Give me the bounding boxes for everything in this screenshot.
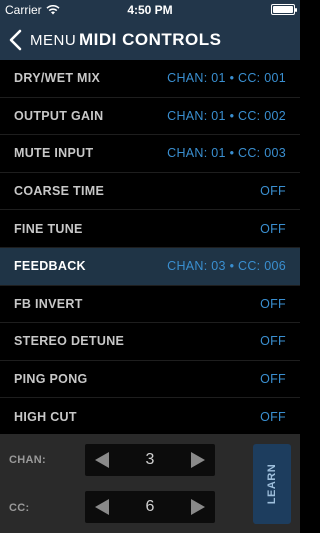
battery-icon bbox=[271, 4, 297, 15]
list-item[interactable]: FB INVERT OFF bbox=[0, 286, 300, 324]
cc-increment-icon[interactable] bbox=[191, 499, 205, 515]
list-item[interactable]: STEREO DETUNE OFF bbox=[0, 323, 300, 361]
row-label: OUTPUT GAIN bbox=[14, 108, 104, 123]
back-button[interactable]: MENU bbox=[6, 28, 76, 52]
list-item[interactable]: COARSE TIME OFF bbox=[0, 173, 300, 211]
learn-label: LEARN bbox=[266, 463, 278, 505]
row-label: STEREO DETUNE bbox=[14, 334, 125, 349]
nav-bar: MENU MIDI CONTROLS bbox=[0, 20, 300, 60]
chevron-left-icon bbox=[9, 29, 22, 51]
row-label: MUTE INPUT bbox=[14, 146, 94, 161]
list-item[interactable]: OUTPUT GAIN CHAN: 01 • CC: 002 bbox=[0, 98, 300, 136]
chan-value: 3 bbox=[145, 451, 155, 468]
row-label: FEEDBACK bbox=[14, 259, 86, 274]
row-label: HIGH CUT bbox=[14, 409, 77, 424]
controls-panel: CHAN: 3 CC: 6 LEARN bbox=[0, 434, 300, 533]
status-bar: Carrier 4:50 PM bbox=[0, 0, 300, 20]
list-item[interactable]: PING PONG OFF bbox=[0, 361, 300, 399]
list-item[interactable]: DRY/WET MIX CHAN: 01 • CC: 001 bbox=[0, 60, 300, 98]
row-label: FB INVERT bbox=[14, 296, 83, 311]
row-value: OFF bbox=[260, 221, 286, 236]
chan-increment-icon[interactable] bbox=[191, 452, 205, 468]
row-value: OFF bbox=[260, 296, 286, 311]
row-label: DRY/WET MIX bbox=[14, 71, 101, 86]
row-value: CHAN: 01 • CC: 003 bbox=[167, 146, 286, 161]
list-item[interactable]: FINE TUNE OFF bbox=[0, 210, 300, 248]
row-value: OFF bbox=[260, 409, 286, 424]
row-value: OFF bbox=[260, 372, 286, 387]
page-title: MIDI CONTROLS bbox=[79, 30, 222, 49]
cc-stepper: 6 bbox=[85, 491, 215, 523]
chan-stepper: 3 bbox=[85, 444, 215, 476]
row-label: PING PONG bbox=[14, 372, 88, 387]
chan-decrement-icon[interactable] bbox=[95, 452, 109, 468]
learn-button[interactable]: LEARN bbox=[253, 444, 291, 524]
row-value: CHAN: 01 • CC: 001 bbox=[167, 71, 286, 86]
row-label: FINE TUNE bbox=[14, 221, 83, 236]
status-time: 4:50 PM bbox=[127, 3, 173, 17]
list-item[interactable]: HIGH CUT OFF bbox=[0, 398, 300, 436]
row-label: COARSE TIME bbox=[14, 184, 105, 199]
list-item[interactable]: MUTE INPUT CHAN: 01 • CC: 003 bbox=[0, 135, 300, 173]
cc-value: 6 bbox=[145, 498, 155, 515]
chan-label: CHAN: bbox=[9, 454, 46, 466]
list-item[interactable]: FEEDBACK CHAN: 03 • CC: 006 bbox=[0, 247, 300, 286]
cc-decrement-icon[interactable] bbox=[95, 499, 109, 515]
row-value: CHAN: 01 • CC: 002 bbox=[167, 108, 286, 123]
midi-controls-list: DRY/WET MIX CHAN: 01 • CC: 001 OUTPUT GAI… bbox=[0, 60, 300, 436]
row-value: OFF bbox=[260, 184, 286, 199]
row-value: CHAN: 03 • CC: 006 bbox=[167, 259, 286, 274]
cc-label: CC: bbox=[9, 502, 30, 514]
row-value: OFF bbox=[260, 334, 286, 349]
back-label: MENU bbox=[30, 31, 77, 49]
